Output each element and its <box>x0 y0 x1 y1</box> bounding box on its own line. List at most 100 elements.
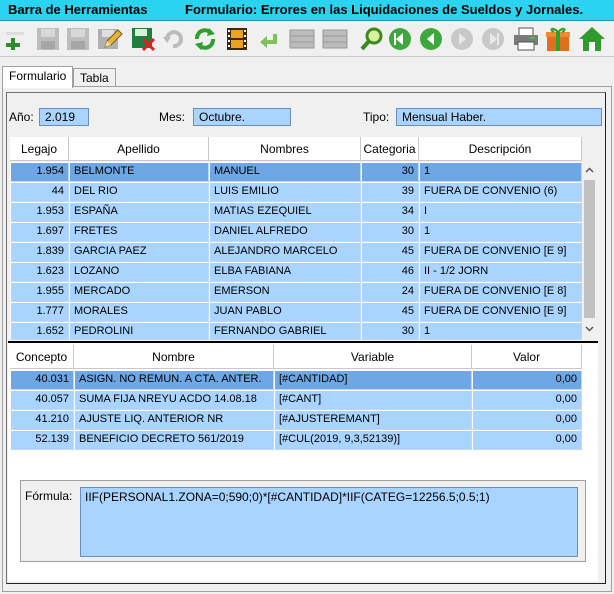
employee-cell-nombres[interactable]: MATIAS EZEQUIEL <box>209 202 361 222</box>
concept-cell-valor[interactable]: 0,00 <box>472 370 582 390</box>
employee-cell-nombres[interactable]: MANUEL <box>209 162 361 182</box>
concept-cell-concepto[interactable]: 41.210 <box>10 410 74 430</box>
tab-tabla[interactable]: Tabla <box>73 68 116 88</box>
employee-cell-categoria[interactable]: 45 <box>361 242 419 262</box>
employee-cell-apellido[interactable]: MERCADO <box>69 282 209 302</box>
return-button[interactable] <box>254 23 284 55</box>
employee-cell-legajo[interactable]: 1.839 <box>10 242 69 262</box>
employee-cell-categoria[interactable]: 30 <box>361 162 419 182</box>
concept-cell-valor[interactable]: 0,00 <box>472 410 582 430</box>
undo-icon <box>163 30 183 49</box>
employee-cell-nombres[interactable]: DANIEL ALFREDO <box>209 222 361 242</box>
employee-cell-descripcion[interactable]: II - 1/2 JORN <box>419 262 582 282</box>
concept-cell-variable[interactable]: [#AJUSTEREMANT] <box>274 410 472 430</box>
add-button[interactable] <box>0 23 30 55</box>
edit-button[interactable] <box>98 23 128 55</box>
employee-cell-descripcion[interactable]: 1 <box>419 322 582 340</box>
employee-cell-descripcion[interactable]: FUERA DE CONVENIO [E 9] <box>419 242 582 262</box>
employee-cell-nombres[interactable]: LUIS EMILIO <box>209 182 361 202</box>
grid-button[interactable] <box>287 23 317 55</box>
employee-cell-apellido[interactable]: ESPAÑA <box>69 202 209 222</box>
tipo-field[interactable]: Mensual Haber. <box>396 108 602 126</box>
employee-cell-legajo[interactable]: 1.955 <box>10 282 69 302</box>
column-header-valor[interactable]: Valor <box>472 345 582 369</box>
delete-button[interactable] <box>128 23 158 55</box>
home-button[interactable] <box>577 23 607 55</box>
next-record-button[interactable] <box>447 23 477 55</box>
employee-cell-categoria[interactable]: 34 <box>361 202 419 222</box>
first-record-button[interactable] <box>385 23 415 55</box>
employee-cell-nombres[interactable]: JUAN PABLO <box>209 302 361 322</box>
employee-cell-legajo[interactable]: 1.953 <box>10 202 69 222</box>
employee-cell-legajo[interactable]: 1.777 <box>10 302 69 322</box>
employee-cell-legajo[interactable]: 1.652 <box>10 322 69 340</box>
column-header-variable[interactable]: Variable <box>274 345 472 369</box>
concept-cell-nombre[interactable]: SUMA FIJA NREYU ACDO 14.08.18 <box>74 390 274 410</box>
employee-cell-descripcion[interactable]: FUERA DE CONVENIO [E 9] <box>419 302 582 322</box>
employee-cell-legajo[interactable]: 1.954 <box>10 162 69 182</box>
refresh-button[interactable] <box>190 23 220 55</box>
column-header-legajo[interactable]: Legajo <box>10 137 69 161</box>
concept-cell-valor[interactable]: 0,00 <box>472 390 582 410</box>
employee-cell-nombres[interactable]: EMERSON <box>209 282 361 302</box>
column-header-categoria[interactable]: Categoria <box>361 137 419 161</box>
column-header-descripcion[interactable]: Descripción <box>419 137 582 161</box>
employees-scrollbar[interactable] <box>581 162 598 338</box>
employee-cell-nombres[interactable]: ALEJANDRO MARCELO <box>209 242 361 262</box>
column-header-nombre[interactable]: Nombre <box>74 345 274 369</box>
film-button[interactable] <box>222 23 252 55</box>
column-header-apellido[interactable]: Apellido <box>69 137 209 161</box>
print-button[interactable] <box>511 23 541 55</box>
concept-cell-valor[interactable]: 0,00 <box>472 430 582 450</box>
last-record-button[interactable] <box>478 23 508 55</box>
save-button[interactable] <box>33 23 63 55</box>
employee-cell-categoria[interactable]: 39 <box>361 182 419 202</box>
scroll-thumb[interactable] <box>584 180 595 318</box>
concept-cell-nombre[interactable]: ASIGN. NO REMUN. A CTA. ANTER. <box>74 370 274 390</box>
save-all-icon <box>67 28 89 50</box>
employee-cell-legajo[interactable]: 1.697 <box>10 222 69 242</box>
grid-alt-button[interactable] <box>320 23 350 55</box>
anio-field[interactable]: 2.019 <box>39 108 89 126</box>
mes-field[interactable]: Octubre. <box>193 108 291 126</box>
concept-cell-concepto[interactable]: 40.031 <box>10 370 74 390</box>
employee-cell-legajo[interactable]: 44 <box>10 182 69 202</box>
employee-cell-categoria[interactable]: 30 <box>361 222 419 242</box>
concept-cell-concepto[interactable]: 52.139 <box>10 430 74 450</box>
gift-button[interactable] <box>543 23 573 55</box>
employee-cell-categoria[interactable]: 45 <box>361 302 419 322</box>
back-arrow-icon <box>260 34 277 48</box>
column-header-concepto[interactable]: Concepto <box>10 345 74 369</box>
employee-cell-apellido[interactable]: DEL RIO <box>69 182 209 202</box>
employee-cell-nombres[interactable]: FERNANDO GABRIEL <box>209 322 361 340</box>
employee-cell-categoria[interactable]: 46 <box>361 262 419 282</box>
formula-field[interactable]: IIF(PERSONAL1.ZONA=0;590;0)*[#CANTIDAD]*… <box>80 487 578 557</box>
concept-cell-variable[interactable]: [#CANT] <box>274 390 472 410</box>
employee-cell-apellido[interactable]: LOZANO <box>69 262 209 282</box>
employee-cell-descripcion[interactable]: FUERA DE CONVENIO [E 8] <box>419 282 582 302</box>
employee-cell-apellido[interactable]: PEDROLINI <box>69 322 209 340</box>
concept-cell-concepto[interactable]: 40.057 <box>10 390 74 410</box>
undo-button[interactable] <box>158 23 188 55</box>
column-header-nombres[interactable]: Nombres <box>209 137 361 161</box>
employee-cell-categoria[interactable]: 24 <box>361 282 419 302</box>
employee-cell-descripcion[interactable]: I <box>419 202 582 222</box>
employee-cell-legajo[interactable]: 1.623 <box>10 262 69 282</box>
employee-cell-apellido[interactable]: BELMONTE <box>69 162 209 182</box>
save-all-button[interactable] <box>63 23 93 55</box>
concept-cell-nombre[interactable]: AJUSTE LIQ. ANTERIOR NR <box>74 410 274 430</box>
employee-cell-descripcion[interactable]: FUERA DE CONVENIO (6) <box>419 182 582 202</box>
search-button[interactable] <box>357 23 387 55</box>
employee-cell-apellido[interactable]: FRETES <box>69 222 209 242</box>
employee-cell-descripcion[interactable]: 1 <box>419 162 582 182</box>
tab-formulario[interactable]: Formulario <box>2 66 74 88</box>
concept-cell-variable[interactable]: [#CUL(2019, 9,3,52139)] <box>274 430 472 450</box>
employee-cell-nombres[interactable]: ELBA FABIANA <box>209 262 361 282</box>
concept-cell-nombre[interactable]: BENEFICIO DECRETO 561/2019 <box>74 430 274 450</box>
previous-record-button[interactable] <box>416 23 446 55</box>
employee-cell-apellido[interactable]: GARCIA PAEZ <box>69 242 209 262</box>
concept-cell-variable[interactable]: [#CANTIDAD] <box>274 370 472 390</box>
employee-cell-categoria[interactable]: 30 <box>361 322 419 340</box>
employee-cell-descripcion[interactable]: 1 <box>419 222 582 242</box>
employee-cell-apellido[interactable]: MORALES <box>69 302 209 322</box>
